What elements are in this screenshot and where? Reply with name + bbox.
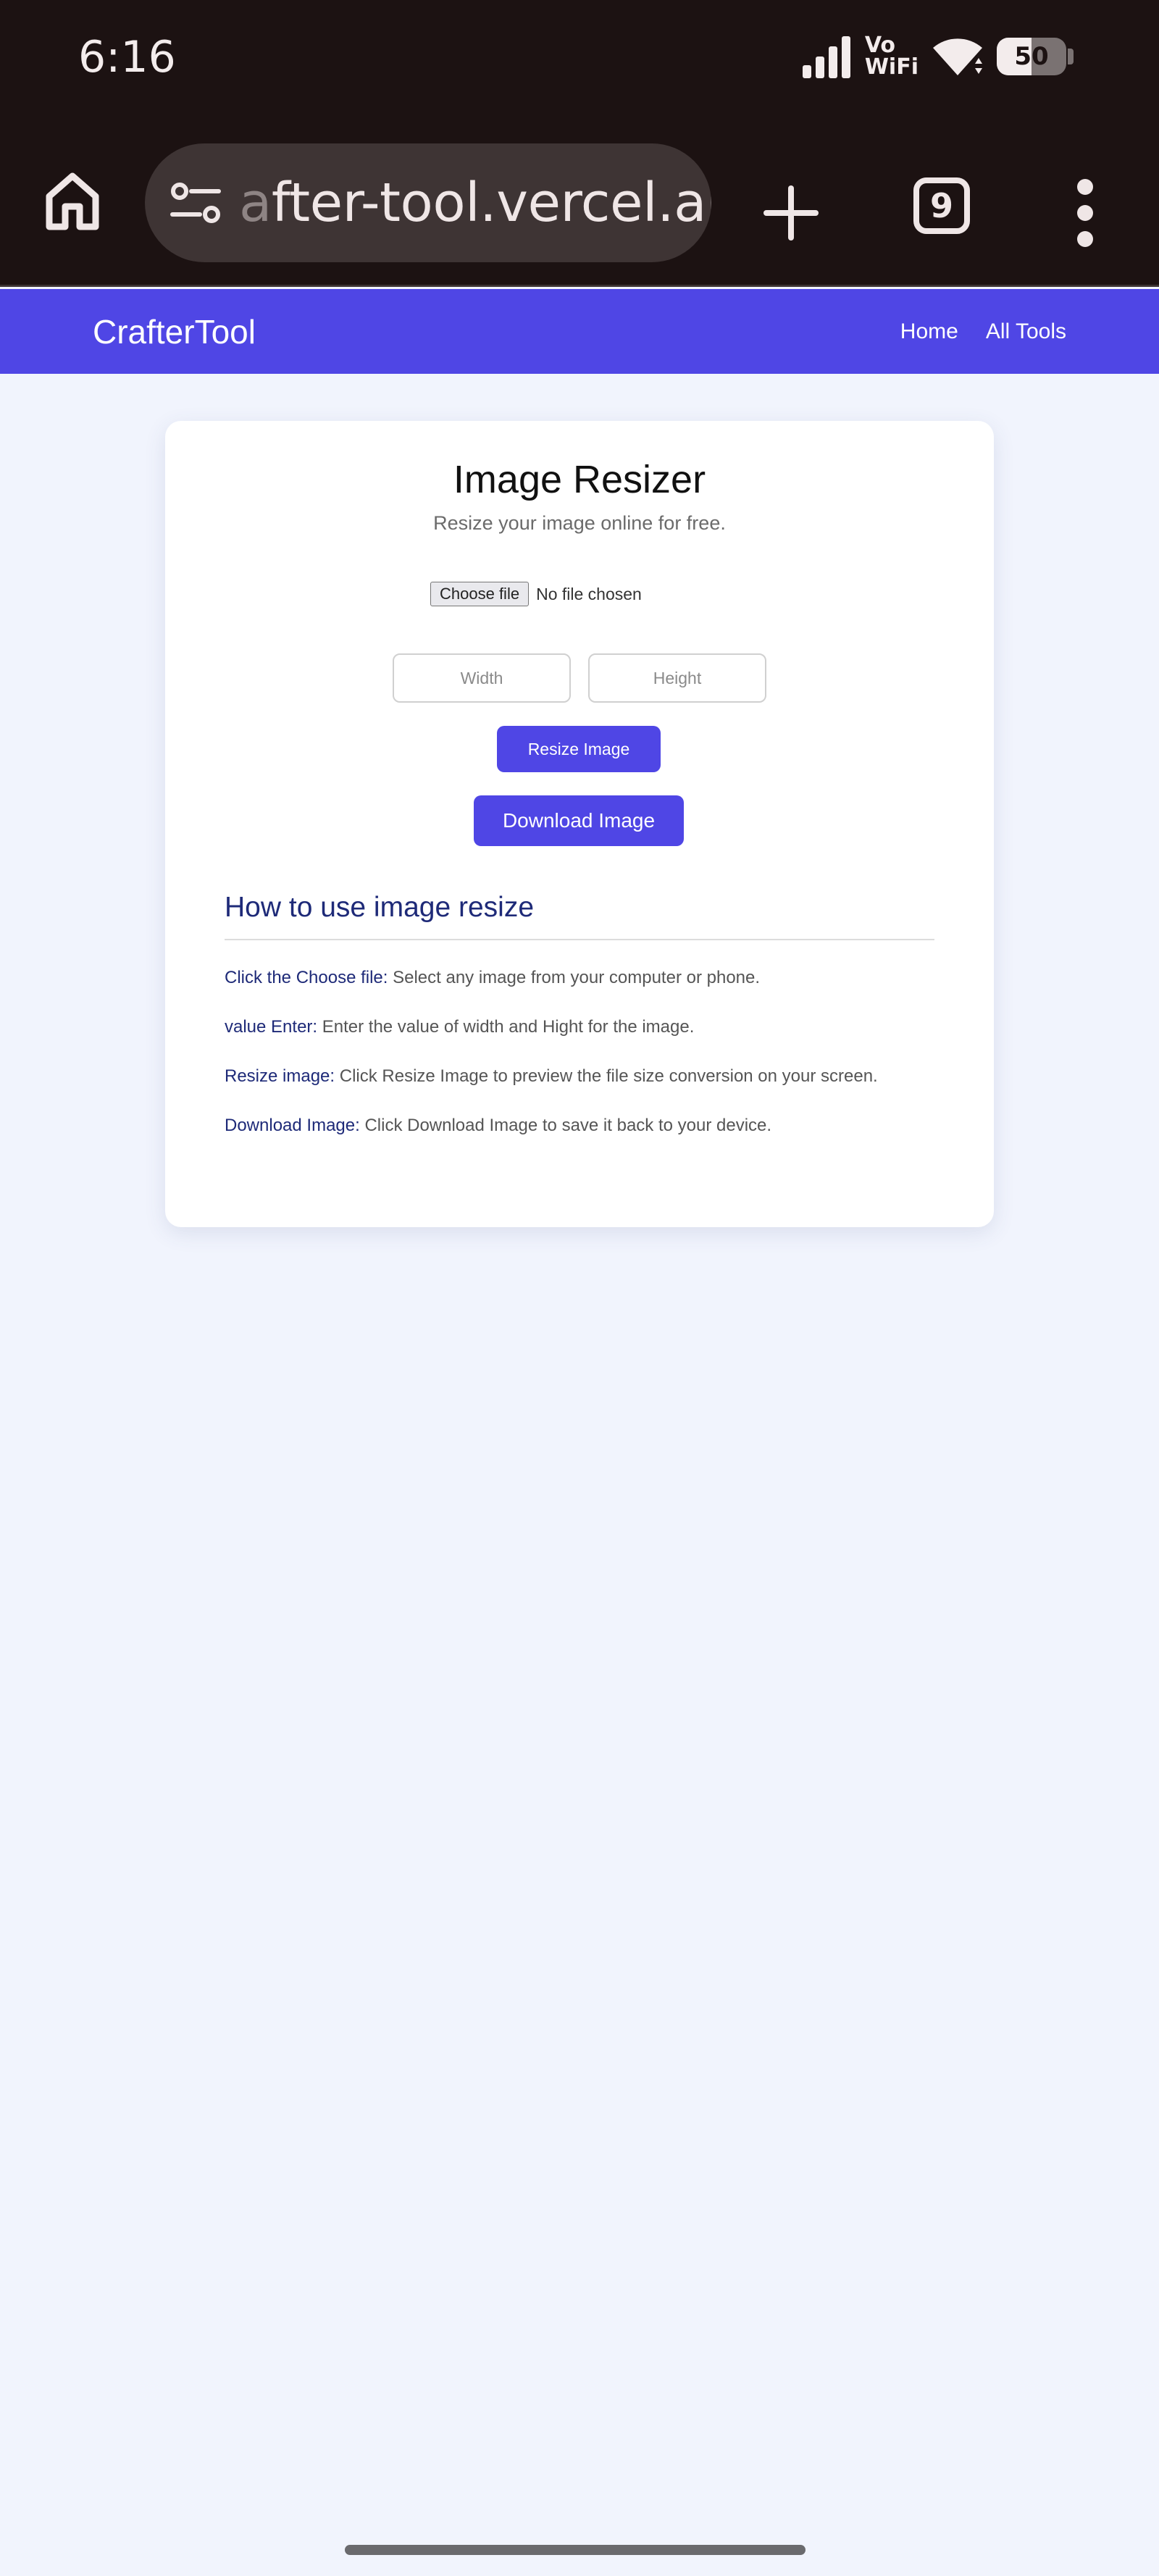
tab-switcher-button[interactable]: 9 xyxy=(910,174,974,238)
vowifi-label-bottom: WiFi xyxy=(864,54,919,80)
howto-step: value Enter: Enter the value of width an… xyxy=(225,1017,934,1066)
howto-divider xyxy=(225,939,934,940)
url-text[interactable]: after-tool.vercel.app xyxy=(239,143,711,262)
howto-step: Download Image: Click Download Image to … xyxy=(225,1116,934,1165)
step-key: value Enter: xyxy=(225,1017,318,1037)
choose-file-button[interactable]: Choose file xyxy=(430,582,530,606)
file-status: No file chosen xyxy=(536,584,642,603)
cellular-signal-icon xyxy=(802,35,852,78)
plus-icon xyxy=(763,185,819,241)
tab-count: 9 xyxy=(913,177,970,234)
status-icons: Vo WiFi 50 xyxy=(802,30,1074,83)
image-resizer-card: Image Resizer Resize your image online f… xyxy=(165,421,994,1227)
status-bar: 6:16 Vo WiFi 50 xyxy=(0,0,1159,114)
download-image-button[interactable]: Download Image xyxy=(474,795,684,846)
more-vert-icon xyxy=(1077,179,1093,195)
site-navbar: CrafterTool Home All Tools xyxy=(0,289,1159,374)
site-logo[interactable]: CrafterTool xyxy=(93,312,256,351)
home-icon xyxy=(46,172,99,230)
page-subtitle: Resize your image online for free. xyxy=(433,512,726,534)
file-input[interactable]: Choose file No file chosen xyxy=(430,582,642,606)
site-settings-icon[interactable] xyxy=(170,181,222,225)
height-input[interactable] xyxy=(588,653,766,703)
nav-link-all-tools[interactable]: All Tools xyxy=(986,319,1066,344)
browser-toolbar: after-tool.vercel.app 9 xyxy=(0,114,1159,287)
howto-heading: How to use image resize xyxy=(225,892,535,923)
step-key: Click the Choose file: xyxy=(225,968,388,987)
howto-step: Resize image: Click Resize Image to prev… xyxy=(225,1066,934,1116)
battery-icon: 50 xyxy=(997,38,1066,75)
battery-wrapper: 50 xyxy=(997,38,1074,75)
step-key: Download Image: xyxy=(225,1116,360,1135)
step-text: Click Resize Image to preview the file s… xyxy=(335,1066,878,1086)
step-text: Select any image from your computer or p… xyxy=(388,968,761,987)
dimension-inputs xyxy=(393,653,766,703)
url-visible: fter-tool.vercel.app xyxy=(271,172,711,234)
address-bar[interactable]: after-tool.vercel.app xyxy=(145,143,711,262)
vowifi-label-top: Vo xyxy=(864,33,896,58)
vowifi-indicator: Vo WiFi xyxy=(865,35,919,78)
gesture-navigation-bar[interactable] xyxy=(345,2545,806,2555)
home-button[interactable] xyxy=(41,165,104,238)
howto-step: Click the Choose file: Select any image … xyxy=(225,968,934,1017)
step-text: Enter the value of width and Hight for t… xyxy=(317,1017,695,1037)
resize-image-button[interactable]: Resize Image xyxy=(497,726,661,772)
step-key: Resize image: xyxy=(225,1066,335,1086)
step-text: Click Download Image to save it back to … xyxy=(359,1116,772,1135)
wifi-icon xyxy=(933,38,982,75)
page-title: Image Resizer xyxy=(453,458,706,501)
url-faded-prefix: a xyxy=(239,172,272,234)
nav-link-home[interactable]: Home xyxy=(900,319,958,344)
battery-percent: 50 xyxy=(1014,42,1049,71)
width-input[interactable] xyxy=(393,653,571,703)
browser-menu-button[interactable] xyxy=(1065,174,1105,252)
howto-steps: Click the Choose file: Select any image … xyxy=(225,968,934,1165)
status-time: 6:16 xyxy=(78,32,176,83)
nav-links: Home All Tools xyxy=(900,319,1066,344)
new-tab-button[interactable] xyxy=(753,175,829,251)
